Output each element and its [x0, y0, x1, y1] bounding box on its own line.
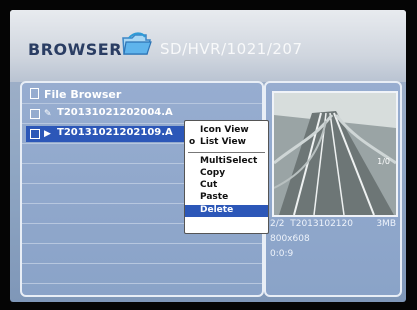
menu-separator — [188, 152, 265, 153]
preview-panel: 1/0 2/2 T2013102120 3MB 800x608 0:0:9 — [264, 81, 402, 297]
menu-item-cut[interactable]: Cut — [185, 180, 268, 192]
video-file-icon: ▶ — [44, 129, 51, 139]
video-file-icon: ✎ — [44, 109, 52, 119]
file-browser-label: File Browser — [44, 88, 122, 101]
preview-duration: 0:0:9 — [270, 249, 294, 259]
menu-item-paste[interactable]: Paste — [185, 192, 268, 204]
radio-bullet-icon: o — [189, 137, 196, 147]
preview-thumbnail: 1/0 — [272, 91, 398, 217]
page-title: BROWSER — [28, 40, 123, 59]
preview-size: 3MB — [376, 219, 396, 229]
context-menu: Icon View o List View MultiSelect Copy C… — [184, 120, 269, 234]
header-bar: BROWSER SD/HVR/1021/207 — [10, 10, 406, 82]
checkbox[interactable] — [30, 109, 40, 119]
screen: BROWSER SD/HVR/1021/207 File Browser ✎ T… — [10, 10, 406, 302]
file-browser-title: File Browser — [30, 88, 121, 101]
preview-overlay-text: 1/0 — [377, 157, 390, 166]
folder-icon — [122, 32, 152, 55]
road-image — [274, 93, 396, 215]
preview-index-and-name: 2/2 T2013102120 — [270, 219, 353, 229]
menu-item-multiselect[interactable]: MultiSelect — [185, 156, 268, 168]
document-icon — [30, 88, 39, 99]
file-name: T20131021202004.A — [57, 107, 173, 118]
menu-item-icon-view[interactable]: Icon View — [185, 125, 268, 137]
file-name: T20131021202109.A — [57, 127, 173, 138]
checkbox[interactable] — [30, 129, 40, 139]
menu-item-copy[interactable]: Copy — [185, 168, 268, 180]
current-path: SD/HVR/1021/207 — [160, 40, 303, 58]
menu-item-delete[interactable]: Delete — [185, 205, 268, 217]
menu-item-list-view[interactable]: o List View — [185, 137, 268, 149]
preview-resolution: 800x608 — [270, 234, 310, 244]
